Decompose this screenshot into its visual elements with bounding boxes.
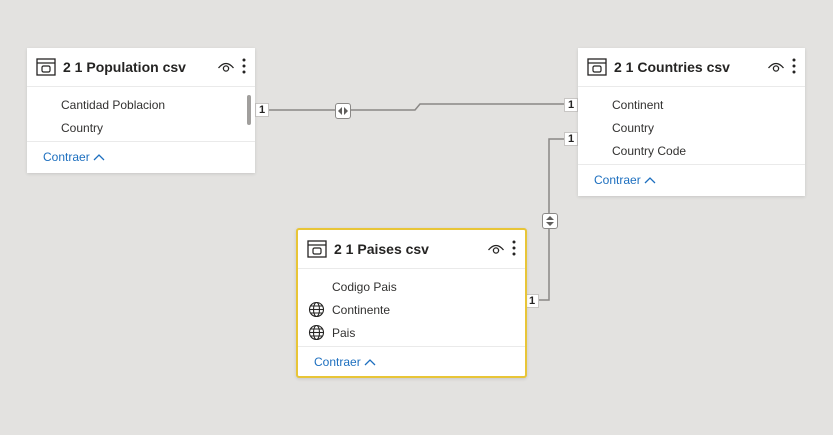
field-list: Cantidad Poblacion Country bbox=[27, 87, 255, 139]
table-title: 2 1 Population csv bbox=[63, 59, 186, 75]
cross-filter-both-icon[interactable] bbox=[542, 213, 558, 229]
collapse-label: Contraer bbox=[594, 173, 641, 187]
field-item[interactable]: Codigo Pais bbox=[298, 275, 525, 298]
table-card-population[interactable]: 2 1 Population csv Cantidad Poblacion Co… bbox=[27, 48, 255, 173]
globe-icon bbox=[308, 324, 325, 341]
model-canvas[interactable]: 1 1 1 1 2 1 Population csv Cantidad Pobl… bbox=[0, 0, 833, 435]
field-list: Continent Country Country Code bbox=[578, 87, 805, 162]
cross-filter-both-icon[interactable] bbox=[335, 103, 351, 119]
collapse-label: Contraer bbox=[43, 150, 90, 164]
field-item-pais[interactable]: Pais bbox=[298, 321, 525, 344]
field-item[interactable]: Cantidad Poblacion bbox=[27, 93, 255, 116]
more-options-icon[interactable] bbox=[239, 58, 249, 76]
collapse-label: Contraer bbox=[314, 355, 361, 369]
more-options-icon[interactable] bbox=[509, 240, 519, 258]
table-icon bbox=[306, 238, 328, 260]
chevron-up-icon bbox=[93, 152, 105, 162]
table-icon bbox=[35, 56, 57, 78]
table-header[interactable]: 2 1 Paises csv bbox=[298, 230, 525, 269]
eye-icon[interactable] bbox=[487, 240, 505, 258]
relationship-line-population-countries bbox=[255, 103, 578, 111]
collapse-link[interactable]: Contraer bbox=[27, 141, 255, 172]
chevron-up-icon bbox=[364, 357, 376, 367]
field-item-continente[interactable]: Continente bbox=[298, 298, 525, 321]
table-title: 2 1 Countries csv bbox=[614, 59, 730, 75]
chevron-up-icon bbox=[644, 175, 656, 185]
collapse-link[interactable]: Contraer bbox=[578, 164, 805, 195]
field-list: Codigo Pais Continente Pais bbox=[298, 269, 525, 344]
scrollbar-thumb[interactable] bbox=[247, 95, 251, 125]
eye-icon[interactable] bbox=[767, 58, 785, 76]
field-item[interactable]: Country bbox=[27, 116, 255, 139]
field-label: Pais bbox=[332, 325, 356, 340]
more-options-icon[interactable] bbox=[789, 58, 799, 76]
collapse-link[interactable]: Contraer bbox=[298, 346, 525, 377]
table-header[interactable]: 2 1 Population csv bbox=[27, 48, 255, 87]
field-label: Continente bbox=[332, 302, 391, 317]
table-header[interactable]: 2 1 Countries csv bbox=[578, 48, 805, 87]
field-item[interactable]: Continent bbox=[578, 93, 805, 116]
cardinality-one-badge: 1 bbox=[525, 294, 539, 308]
cardinality-one-badge: 1 bbox=[564, 98, 578, 112]
cardinality-one-badge: 1 bbox=[564, 132, 578, 146]
eye-icon[interactable] bbox=[217, 58, 235, 76]
field-item[interactable]: Country Code bbox=[578, 139, 805, 162]
field-item[interactable]: Country bbox=[578, 116, 805, 139]
table-card-countries[interactable]: 2 1 Countries csv Continent Country Coun… bbox=[578, 48, 805, 196]
table-title: 2 1 Paises csv bbox=[334, 241, 429, 257]
table-icon bbox=[586, 56, 608, 78]
cardinality-one-badge: 1 bbox=[255, 103, 269, 117]
globe-icon bbox=[308, 301, 325, 318]
table-card-paises[interactable]: 2 1 Paises csv Codigo Pais Continente Pa… bbox=[296, 228, 527, 378]
